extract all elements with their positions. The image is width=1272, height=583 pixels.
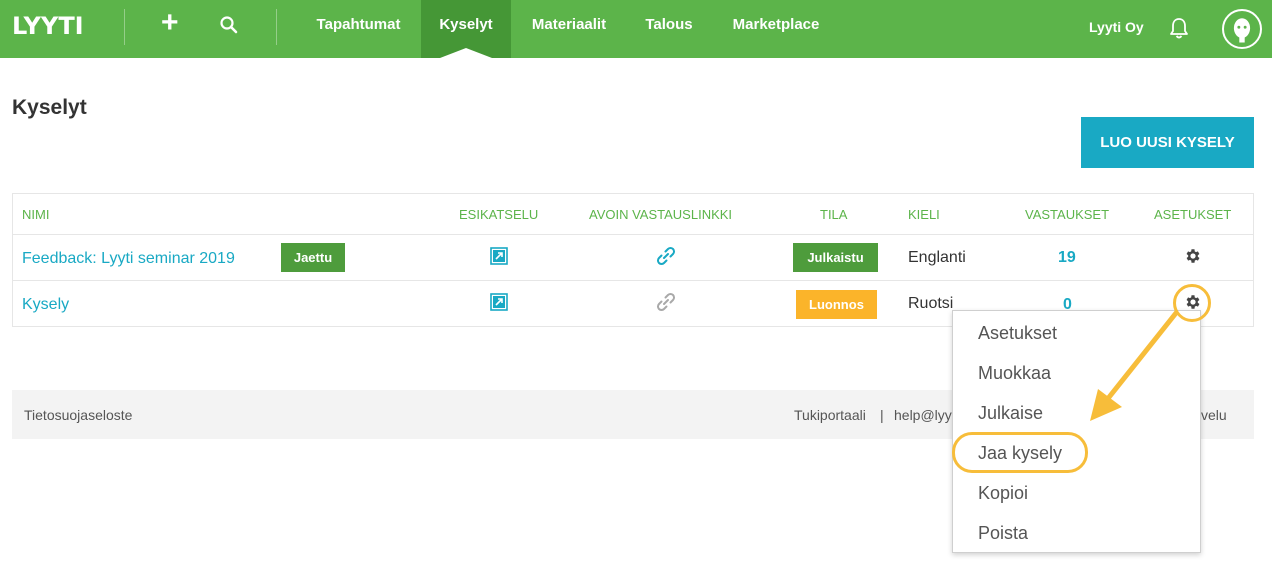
highlight-oval xyxy=(952,432,1088,473)
menu-item-copy[interactable]: Kopioi xyxy=(978,483,1028,504)
link-icon-disabled xyxy=(656,292,676,312)
lyyti-logo[interactable]: LYYTI xyxy=(12,12,84,40)
menu-item-publish[interactable]: Julkaise xyxy=(978,403,1043,424)
gear-icon[interactable] xyxy=(1184,247,1202,265)
column-header-settings: ASETUKSET xyxy=(1154,207,1232,222)
create-survey-button[interactable]: LUO UUSI KYSELY xyxy=(1081,117,1254,168)
preview-icon[interactable] xyxy=(490,293,508,311)
status-badge: Julkaistu xyxy=(793,243,878,272)
search-icon[interactable] xyxy=(219,15,239,35)
nav-tab-tapahtumat[interactable]: Tapahtumat xyxy=(300,0,417,58)
footer-link-partial[interactable]: velu xyxy=(1201,407,1227,423)
nav-tab-talous[interactable]: Talous xyxy=(636,0,702,58)
column-header-preview: ESIKATSELU xyxy=(459,207,539,222)
status-badge: Luonnos xyxy=(796,290,877,319)
nav-tab-materiaalit[interactable]: Materiaalit xyxy=(516,0,622,58)
preview-icon[interactable] xyxy=(490,247,508,265)
column-header-open-link: AVOIN VASTAUSLINKKI xyxy=(589,207,733,222)
column-header-language[interactable]: KIELI xyxy=(908,207,940,222)
column-header-status[interactable]: TILA xyxy=(820,207,847,222)
responses-count[interactable]: 19 xyxy=(1058,249,1076,267)
column-header-responses[interactable]: VASTAUKSET xyxy=(1025,207,1109,222)
support-portal-link[interactable]: Tukiportaali xyxy=(794,407,866,423)
menu-item-settings[interactable]: Asetukset xyxy=(978,323,1057,344)
nav-tab-marketplace[interactable]: Marketplace xyxy=(718,0,834,58)
add-icon[interactable]: + xyxy=(161,8,179,38)
footer-separator: | xyxy=(880,407,884,423)
survey-name-link[interactable]: Kysely xyxy=(22,296,69,314)
privacy-policy-link[interactable]: Tietosuojaseloste xyxy=(24,407,132,423)
nav-divider xyxy=(124,9,125,45)
surveys-table: NIMI ESIKATSELU AVOIN VASTAUSLINKKI TILA… xyxy=(12,193,1254,327)
nav-tab-kyselyt[interactable]: Kyselyt xyxy=(421,0,511,58)
nav-divider xyxy=(276,9,277,45)
help-email-link[interactable]: help@lyy xyxy=(894,407,952,423)
table-row: Feedback: Lyyti seminar 2019 Jaettu Julk… xyxy=(13,235,1253,281)
language-value: Englanti xyxy=(908,249,966,266)
bell-icon[interactable] xyxy=(1169,17,1189,39)
shared-badge: Jaettu xyxy=(281,243,345,272)
menu-item-edit[interactable]: Muokkaa xyxy=(978,363,1051,384)
page-title: Kyselyt xyxy=(12,96,87,119)
menu-item-delete[interactable]: Poista xyxy=(978,523,1028,544)
column-header-name[interactable]: NIMI xyxy=(22,207,49,222)
survey-name-link[interactable]: Feedback: Lyyti seminar 2019 xyxy=(22,250,235,268)
language-value: Ruotsi xyxy=(908,295,954,312)
table-header: NIMI ESIKATSELU AVOIN VASTAUSLINKKI TILA… xyxy=(13,194,1253,235)
top-navigation: LYYTI + Tapahtumat Kyselyt Materiaalit T… xyxy=(0,0,1272,58)
avatar[interactable] xyxy=(1222,9,1262,49)
annotation-arrow xyxy=(1090,310,1179,421)
link-icon[interactable] xyxy=(655,245,677,267)
organization-name[interactable]: Lyyti Oy xyxy=(1089,19,1144,35)
